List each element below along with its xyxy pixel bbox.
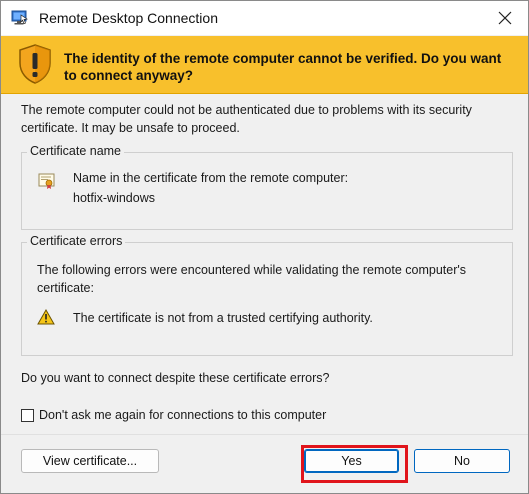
warning-banner: The identity of the remote computer cann… — [1, 36, 528, 94]
intro-text: The remote computer could not be authent… — [21, 103, 472, 135]
view-certificate-button[interactable]: View certificate... — [21, 449, 159, 473]
close-button[interactable] — [482, 1, 528, 35]
dont-ask-label[interactable]: Don't ask me again for connections to th… — [39, 408, 326, 422]
certificate-icon — [38, 173, 55, 189]
certificate-name-title: Certificate name — [27, 144, 125, 158]
error-item: The certificate is not from a trusted ce… — [73, 311, 373, 325]
errors-intro: The following errors were encountered wh… — [37, 263, 466, 295]
shield-warning-icon — [19, 44, 51, 84]
certificate-name-label: Name in the certificate from the remote … — [73, 171, 349, 185]
rdc-dialog: Remote Desktop Connection The identity o… — [0, 0, 529, 494]
title-bar: Remote Desktop Connection — [1, 1, 528, 35]
banner-message: The identity of the remote computer cann… — [64, 51, 502, 83]
certificate-errors-group: Certificate errors The following errors … — [21, 234, 513, 356]
window-title: Remote Desktop Connection — [39, 10, 218, 26]
dont-ask-checkbox[interactable] — [21, 408, 34, 422]
certificate-name-value: hotfix-windows — [73, 191, 155, 205]
certificate-errors-title: Certificate errors — [27, 234, 126, 248]
connect-question: Do you want to connect despite these cer… — [21, 371, 330, 385]
remote-desktop-icon — [11, 10, 28, 25]
yes-button[interactable]: Yes — [304, 449, 399, 473]
button-separator — [1, 434, 528, 435]
close-icon — [498, 11, 512, 25]
certificate-name-group: Certificate name Name in the certificate… — [21, 144, 513, 230]
no-button[interactable]: No — [414, 449, 510, 473]
dont-ask-checkbox-row[interactable]: Don't ask me again for connections to th… — [21, 406, 326, 424]
warning-icon — [37, 309, 55, 325]
